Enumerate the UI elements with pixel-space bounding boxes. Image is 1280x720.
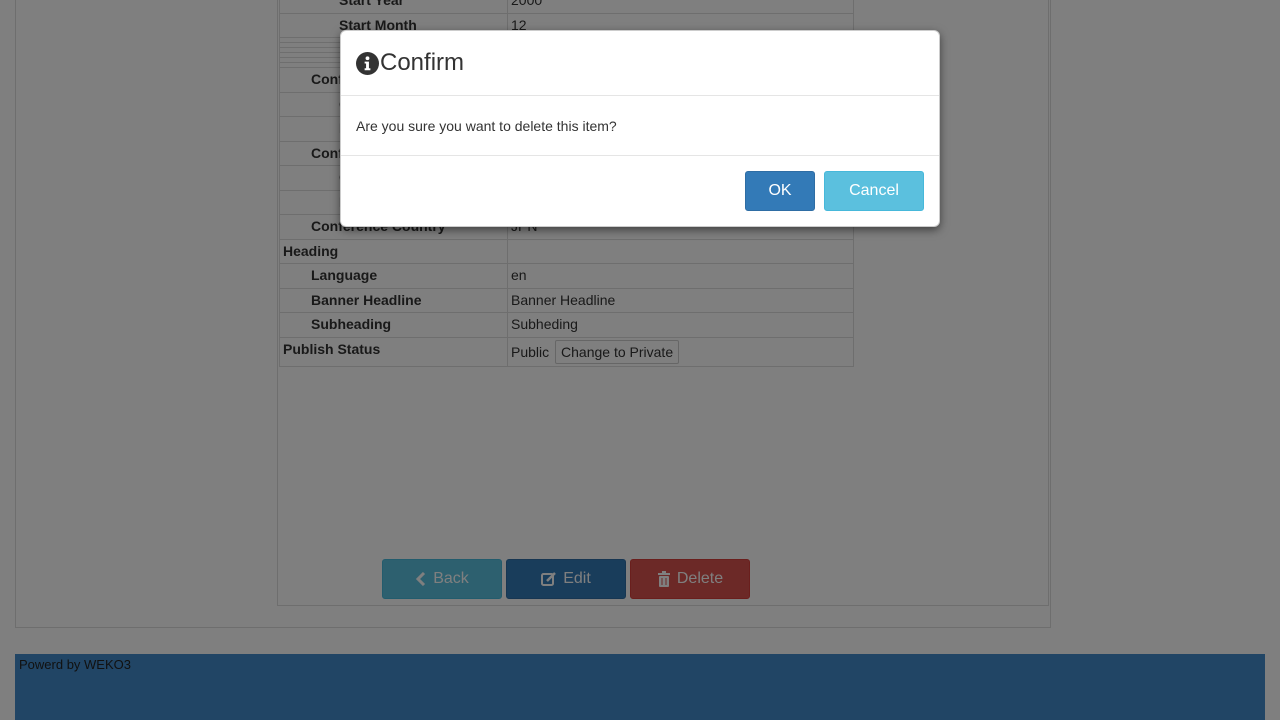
ok-button[interactable]: OK [745,171,815,211]
confirm-dialog: Confirm Are you sure you want to delete … [340,30,940,227]
cancel-button[interactable]: Cancel [824,171,924,211]
modal-title: Confirm [380,49,465,76]
modal-footer: OK Cancel [341,156,939,226]
modal-message: Are you sure you want to delete this ite… [356,117,617,134]
info-circle-icon [356,51,379,75]
modal-header: Confirm [341,31,939,96]
modal-body: Are you sure you want to delete this ite… [341,96,939,156]
